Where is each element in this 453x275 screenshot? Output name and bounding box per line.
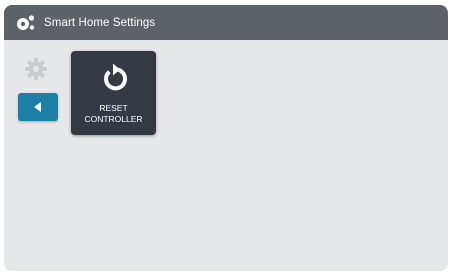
reset-icon bbox=[104, 63, 127, 91]
reset-controller-button[interactable]: RESET CONTROLLER bbox=[71, 51, 156, 135]
back-arrow-icon bbox=[34, 102, 41, 112]
smart-home-icon bbox=[17, 14, 35, 30]
title-bar: Smart Home Settings bbox=[4, 5, 448, 40]
reset-label-line1: RESET bbox=[99, 103, 128, 113]
back-button[interactable] bbox=[18, 93, 58, 121]
reset-label-line2: CONTROLLER bbox=[84, 114, 143, 124]
gear-icon bbox=[25, 58, 47, 80]
reset-controller-label: RESET CONTROLLER bbox=[71, 103, 156, 125]
settings-screen: Smart Home Settings RESET CONTROLLER bbox=[4, 5, 448, 271]
page-title: Smart Home Settings bbox=[44, 16, 156, 29]
